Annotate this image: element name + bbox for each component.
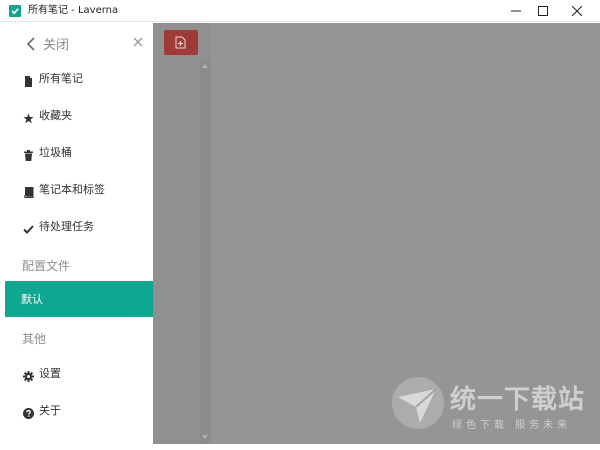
gear-icon (23, 367, 34, 382)
sidebar-item-settings[interactable]: 设置 (5, 355, 153, 391)
title-bar: 所有笔记 - Laverna (0, 0, 600, 22)
sidebar-item-label: 设置 (39, 367, 61, 380)
sidebar-item-label: 默认 (21, 293, 43, 306)
sidebar-header: 关闭 (5, 23, 153, 63)
sidebar-item-label: 笔记本和标签 (39, 183, 105, 196)
sidebar-item-tasks[interactable]: 待处理任务 (5, 208, 153, 244)
note-list-scrollbar[interactable] (199, 59, 211, 444)
sidebar: 关闭 所有笔记 收藏夹 垃圾桶 笔记本和标签 待处理任务 配置文件 默认 其他 … (5, 23, 153, 444)
sidebar-item-label: 所有笔记 (39, 72, 83, 85)
minimize-icon (511, 10, 521, 12)
chevron-left-icon[interactable] (25, 36, 37, 51)
sidebar-item-favorites[interactable]: 收藏夹 (5, 97, 153, 133)
other-section-title: 其他 (22, 332, 47, 346)
close-window-button[interactable] (562, 0, 592, 22)
minimize-button[interactable] (501, 0, 531, 22)
sidebar-item-about[interactable]: 关于 (5, 392, 153, 428)
app-check-icon (9, 5, 21, 17)
question-circle-icon (23, 404, 34, 419)
new-note-button[interactable] (164, 30, 198, 55)
close-x-icon[interactable] (131, 34, 145, 48)
watermark-logo (392, 377, 444, 429)
window-bottom-border (0, 444, 600, 450)
watermark-title: 统一下载站 (450, 385, 586, 415)
sidebar-close-label[interactable]: 关闭 (43, 34, 69, 53)
sidebar-item-notebooks-tags[interactable]: 笔记本和标签 (5, 171, 153, 207)
sidebar-item-label: 关于 (39, 404, 61, 417)
maximize-icon (538, 6, 548, 16)
new-note-icon (175, 36, 186, 49)
maximize-button[interactable] (528, 0, 558, 22)
scroll-up-icon[interactable] (202, 63, 208, 69)
star-icon (23, 109, 34, 124)
sidebar-item-all-notes[interactable]: 所有笔记 (5, 60, 153, 96)
sidebar-item-trash[interactable]: 垃圾桶 (5, 134, 153, 170)
file-icon (23, 72, 34, 87)
note-list-panel (153, 23, 211, 444)
watermark-subtitle: 绿色下载 服务未来 (452, 420, 572, 431)
sidebar-item-label: 垃圾桶 (39, 146, 72, 159)
check-icon (23, 220, 34, 234)
watermark: 统一下载站 绿色下载 服务未来 (390, 375, 590, 435)
profiles-section-title: 配置文件 (22, 259, 71, 273)
book-icon (23, 183, 34, 198)
window-title: 所有笔记 - Laverna (28, 5, 119, 16)
sidebar-item-label: 收藏夹 (39, 109, 72, 122)
sidebar-item-label: 待处理任务 (39, 220, 94, 233)
scroll-down-icon[interactable] (202, 434, 208, 440)
trash-icon (23, 146, 34, 161)
close-icon (572, 6, 582, 16)
sidebar-item-profile-default[interactable]: 默认 (5, 281, 153, 317)
